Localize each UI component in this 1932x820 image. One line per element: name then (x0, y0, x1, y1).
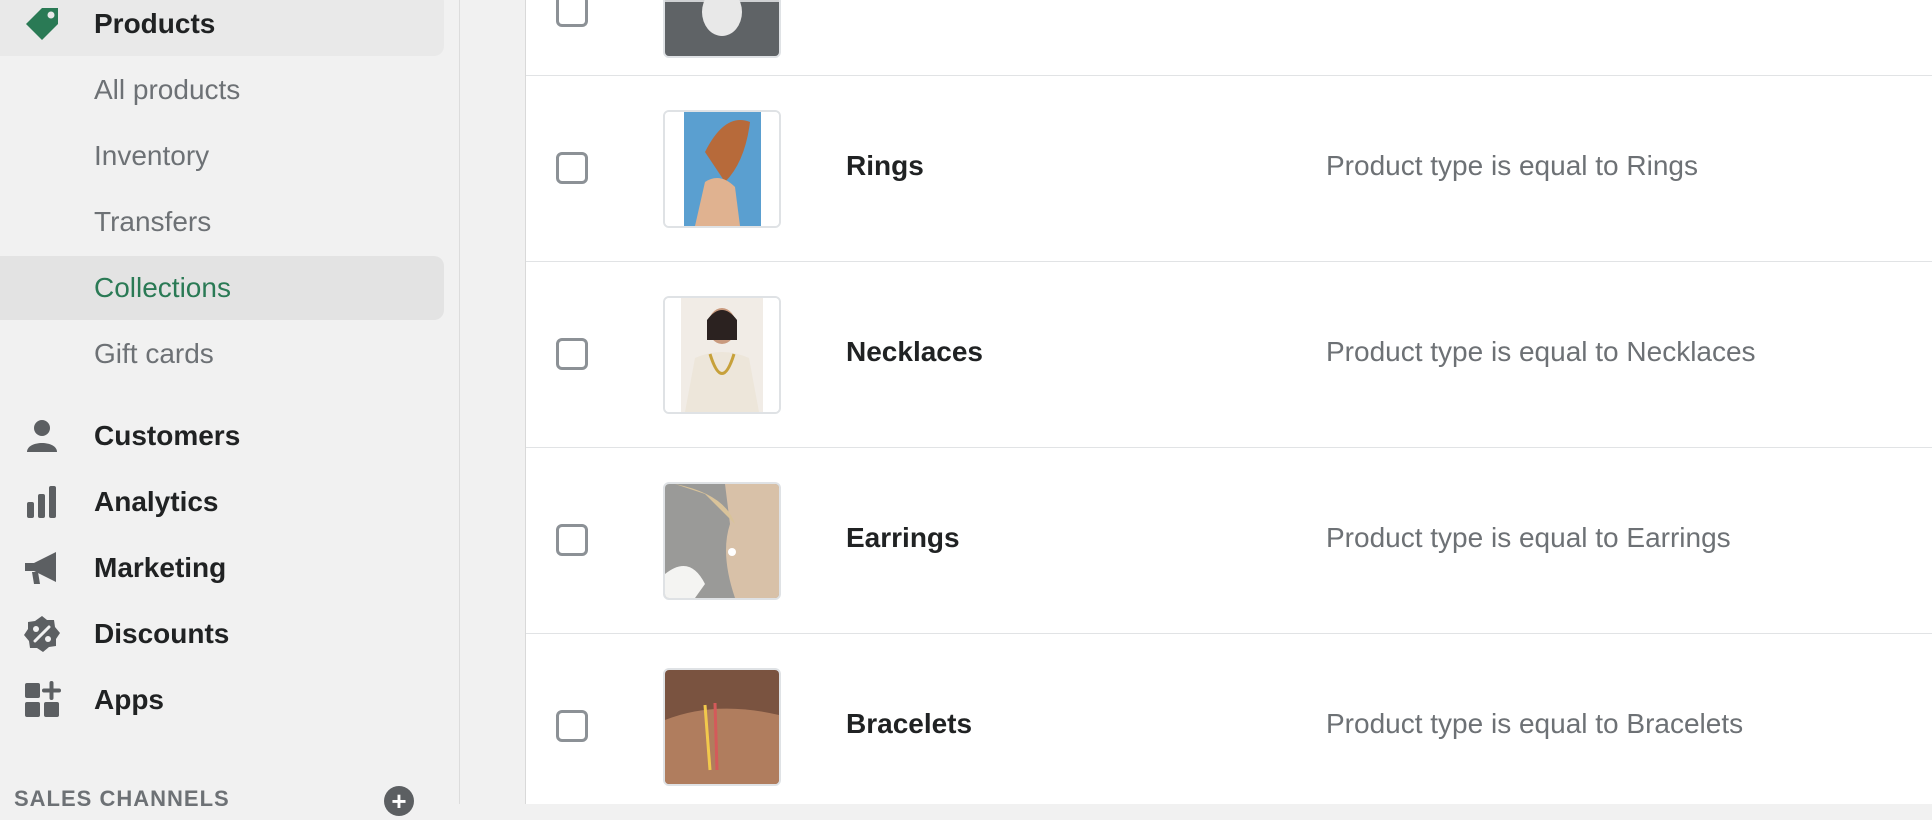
sidebar-nav: Products All products Inventory Transfer… (0, 0, 460, 816)
sidebar-item-label: All products (94, 74, 241, 105)
table-row[interactable]: Rings Product type is equal to Rings (526, 76, 1932, 262)
table-row[interactable]: Bracelets Product type is equal to Brace… (526, 634, 1932, 820)
bar-chart-icon (18, 478, 66, 526)
row-checkbox[interactable] (556, 0, 588, 27)
collection-condition: Product type is equal to Necklaces (1326, 336, 1756, 367)
sidebar-item-marketing[interactable]: Marketing (0, 536, 444, 600)
sidebar-item-label: Products (94, 8, 216, 39)
collection-title[interactable]: Bracelets (846, 708, 972, 740)
table-row[interactable]: Earrings Product type is equal to Earrin… (526, 448, 1932, 634)
sales-channels-heading: SALES CHANNELS (14, 786, 230, 811)
sidebar-item-products[interactable]: Products (0, 0, 444, 56)
sidebar-item-transfers[interactable]: Transfers (0, 190, 444, 254)
collection-title[interactable]: Rings (846, 150, 924, 182)
add-sales-channel-button[interactable]: + (384, 786, 414, 816)
sidebar-item-discounts[interactable]: Discounts (0, 602, 444, 666)
sidebar-item-apps[interactable]: Apps (0, 668, 444, 732)
collection-title[interactable]: Earrings (846, 522, 960, 554)
content-gutter (460, 0, 526, 804)
sidebar-item-customers[interactable]: Customers (0, 404, 444, 468)
megaphone-icon (18, 544, 66, 592)
row-checkbox[interactable] (556, 524, 588, 556)
sidebar-item-label: Collections (94, 272, 231, 303)
sidebar-item-label: Inventory (94, 140, 210, 171)
collection-thumbnail (663, 0, 781, 58)
sidebar-item-label: Analytics (94, 486, 219, 517)
sidebar-item-label: Marketing (94, 552, 227, 583)
sidebar-item-collections[interactable]: Collections (0, 256, 444, 320)
sidebar-item-label: Transfers (94, 206, 212, 237)
collection-condition: Product type is equal to Bracelets (1326, 708, 1744, 739)
collection-condition: Product type is equal to Earrings (1326, 522, 1731, 553)
discount-icon (18, 610, 66, 658)
person-icon (18, 412, 66, 460)
row-checkbox[interactable] (556, 710, 588, 742)
table-row[interactable] (526, 0, 1932, 76)
tag-icon (18, 0, 66, 48)
table-row[interactable]: Necklaces Product type is equal to Neckl… (526, 262, 1932, 448)
sidebar-item-analytics[interactable]: Analytics (0, 470, 444, 534)
sidebar-item-inventory[interactable]: Inventory (0, 124, 444, 188)
collection-thumbnail (663, 296, 781, 414)
sidebar-item-label: Apps (94, 684, 164, 715)
sidebar-item-label: Customers (94, 420, 241, 451)
sidebar-item-gift-cards[interactable]: Gift cards (0, 322, 444, 386)
collection-thumbnail (663, 668, 781, 786)
collection-thumbnail (663, 482, 781, 600)
apps-icon (18, 676, 66, 724)
row-checkbox[interactable] (556, 152, 588, 184)
collections-table: Rings Product type is equal to Rings Nec… (525, 0, 1932, 804)
row-checkbox[interactable] (556, 338, 588, 370)
sidebar-item-label: Discounts (94, 618, 230, 649)
sidebar-item-label: Gift cards (94, 338, 214, 369)
sidebar-item-all-products[interactable]: All products (0, 58, 444, 122)
collection-thumbnail (663, 110, 781, 228)
collection-title[interactable]: Necklaces (846, 336, 983, 368)
collection-condition: Product type is equal to Rings (1326, 150, 1698, 181)
